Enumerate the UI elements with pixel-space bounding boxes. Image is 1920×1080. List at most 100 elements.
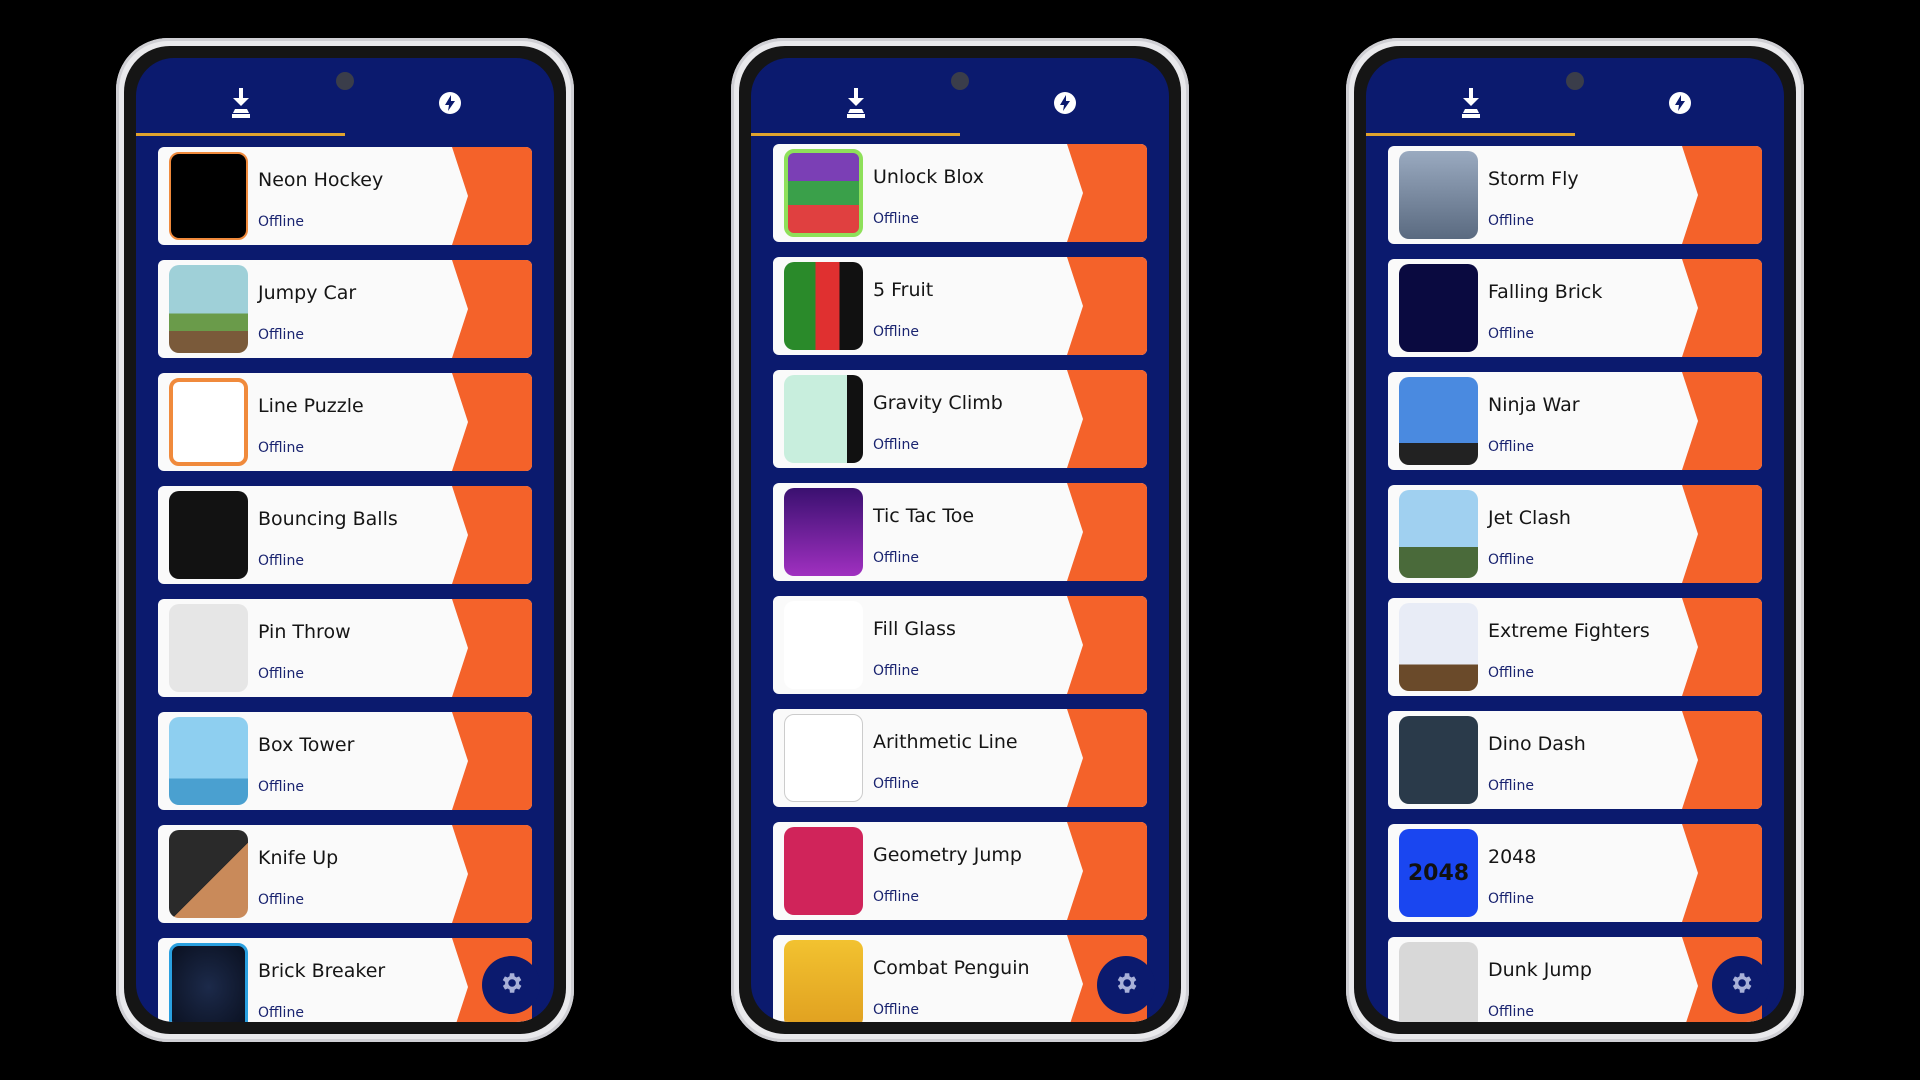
dunk-jump-icon (1399, 942, 1478, 1022)
game-title: 5 Fruit (873, 279, 934, 301)
tic-tac-toe-icon (784, 488, 863, 576)
five-fruit-icon (784, 262, 863, 350)
game-status: Offline (1488, 326, 1534, 342)
game-card[interactable]: Brick Breaker Offline (158, 938, 532, 1022)
falling-brick-icon (1399, 264, 1478, 352)
tab-instant[interactable] (345, 78, 554, 132)
game-status: Offline (258, 1005, 304, 1021)
game-title: Geometry Jump (873, 844, 1022, 866)
game-list: Neon Hockey Offline Jumpy Car Offline Line P… (158, 147, 532, 1022)
game-status: Offline (258, 779, 304, 795)
game-card[interactable]: Pin Throw Offline (158, 599, 532, 697)
game-card[interactable]: Jumpy Car Offline (158, 260, 532, 358)
game-card[interactable]: Tic Tac Toe Offline (773, 483, 1147, 581)
extreme-fighters-icon (1399, 603, 1478, 691)
game-title: Arithmetic Line (873, 731, 1018, 753)
game-status: Offline (873, 1002, 919, 1018)
phone-bezel: Storm Fly Offline Falling Brick Offline Ninj… (1354, 46, 1796, 1034)
phone-mockup: Unlock Blox Offline 5 Fruit Offline Gravity … (731, 38, 1189, 1042)
card-accent (452, 712, 532, 810)
game-title: Unlock Blox (873, 166, 984, 188)
game-status: Offline (1488, 1004, 1534, 1020)
download-icon (230, 88, 252, 122)
settings-button[interactable] (1712, 956, 1770, 1014)
game-title: Gravity Climb (873, 392, 1003, 414)
gravity-climb-icon (784, 375, 863, 463)
card-accent (1067, 144, 1147, 242)
game-title: 2048 (1488, 846, 1537, 868)
jet-clash-icon (1399, 490, 1478, 578)
arithmetic-line-icon (784, 714, 863, 802)
game-card[interactable]: Geometry Jump Offline (773, 822, 1147, 920)
settings-button[interactable] (1097, 956, 1155, 1014)
card-accent (1682, 372, 1762, 470)
game-card[interactable]: Line Puzzle Offline (158, 373, 532, 471)
game-card[interactable]: Dunk Jump Offline (1388, 937, 1762, 1022)
phone-mockup: Storm Fly Offline Falling Brick Offline Ninj… (1346, 38, 1804, 1042)
game-status: Offline (258, 666, 304, 682)
game-card[interactable]: 5 Fruit Offline (773, 257, 1147, 355)
game-card[interactable]: Knife Up Offline (158, 825, 532, 923)
tab-downloaded[interactable] (751, 78, 960, 132)
storm-fly-icon (1399, 151, 1478, 239)
tab-instant[interactable] (960, 78, 1169, 132)
line-puzzle-icon (169, 378, 248, 466)
game-card[interactable]: Dino Dash Offline (1388, 711, 1762, 809)
game-card[interactable]: Extreme Fighters Offline (1388, 598, 1762, 696)
game-card[interactable]: Gravity Climb Offline (773, 370, 1147, 468)
phone-bezel: Unlock Blox Offline 5 Fruit Offline Gravity … (739, 46, 1181, 1034)
app-screen: Unlock Blox Offline 5 Fruit Offline Gravity … (751, 58, 1169, 1022)
game-card[interactable]: Neon Hockey Offline (158, 147, 532, 245)
game-title: Neon Hockey (258, 169, 384, 191)
gear-icon (1113, 970, 1139, 1000)
game-title: Extreme Fighters (1488, 620, 1650, 642)
tab-downloaded[interactable] (1366, 78, 1575, 132)
game-card[interactable]: 2048 2048 Offline (1388, 824, 1762, 922)
brick-breaker-icon (169, 943, 248, 1022)
game-card[interactable]: Box Tower Offline (158, 712, 532, 810)
game-title: Bouncing Balls (258, 508, 398, 530)
card-accent (452, 825, 532, 923)
gear-icon (498, 970, 524, 1000)
card-accent (1067, 257, 1147, 355)
card-accent (1067, 596, 1147, 694)
download-icon (1460, 88, 1482, 122)
lightning-icon (438, 91, 462, 119)
tab-instant[interactable] (1575, 78, 1784, 132)
game-title: Knife Up (258, 847, 339, 869)
game-card[interactable]: Ninja War Offline (1388, 372, 1762, 470)
download-icon (845, 88, 867, 122)
game-card[interactable]: Fill Glass Offline (773, 596, 1147, 694)
game-title: Ninja War (1488, 394, 1580, 416)
game-title: Jumpy Car (258, 282, 357, 304)
game-status: Offline (1488, 778, 1534, 794)
card-accent (452, 486, 532, 584)
card-accent (452, 373, 532, 471)
game-card[interactable]: Jet Clash Offline (1388, 485, 1762, 583)
logo-text: 2048 (1407, 860, 1470, 886)
game-card[interactable]: Bouncing Balls Offline (158, 486, 532, 584)
game-status: Offline (1488, 439, 1534, 455)
app-screen: Storm Fly Offline Falling Brick Offline Ninj… (1366, 58, 1784, 1022)
game-card[interactable]: Unlock Blox Offline (773, 144, 1147, 242)
game-status: Offline (1488, 891, 1534, 907)
card-accent (1067, 483, 1147, 581)
game-status: Offline (873, 550, 919, 566)
game-status: Offline (1488, 213, 1534, 229)
settings-button[interactable] (482, 956, 540, 1014)
game-status: Offline (258, 214, 304, 230)
game-status: Offline (873, 437, 919, 453)
card-accent (1682, 485, 1762, 583)
tab-downloaded[interactable] (136, 78, 345, 132)
game-card[interactable]: Falling Brick Offline (1388, 259, 1762, 357)
game-status: Offline (873, 889, 919, 905)
game-card[interactable]: Combat Penguin Offline (773, 935, 1147, 1022)
geometry-jump-icon (784, 827, 863, 915)
game-status: Offline (258, 327, 304, 343)
game-status: Offline (873, 776, 919, 792)
game-title: Box Tower (258, 734, 355, 756)
app-screen: Neon Hockey Offline Jumpy Car Offline Line P… (136, 58, 554, 1022)
game-status: Offline (258, 553, 304, 569)
game-card[interactable]: Storm Fly Offline (1388, 146, 1762, 244)
game-card[interactable]: Arithmetic Line Offline (773, 709, 1147, 807)
